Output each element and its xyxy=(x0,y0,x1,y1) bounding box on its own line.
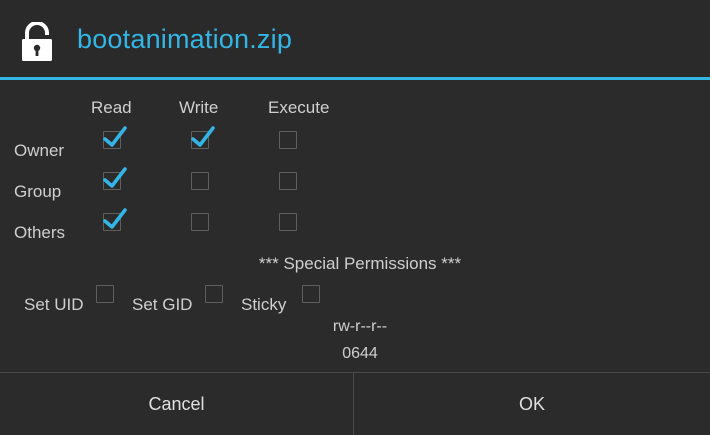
column-header-write: Write xyxy=(179,98,219,117)
unlock-icon xyxy=(22,22,52,61)
ok-button[interactable]: OK xyxy=(354,373,710,435)
dialog-header: bootanimation.zip xyxy=(0,0,710,80)
set-uid-checkbox[interactable] xyxy=(96,285,114,303)
checkmark-icon xyxy=(103,167,127,188)
column-header-read: Read xyxy=(91,98,132,117)
permission-string: rw-r--r-- xyxy=(332,318,388,335)
group-read-checkbox[interactable] xyxy=(103,167,127,190)
row-label-group: Group xyxy=(14,182,62,201)
set-uid-label: Set UID xyxy=(24,295,84,314)
sticky-checkbox[interactable] xyxy=(302,285,320,303)
set-gid-label: Set GID xyxy=(132,295,193,314)
owner-execute-checkbox[interactable] xyxy=(279,131,297,149)
header-divider xyxy=(0,77,710,80)
row-label-others: Others xyxy=(14,223,66,242)
cancel-button[interactable]: Cancel xyxy=(0,373,353,435)
special-permissions-heading: *** Special Permissions *** xyxy=(258,254,462,273)
sticky-label: Sticky xyxy=(241,295,287,314)
checkmark-icon xyxy=(103,208,127,229)
row-label-owner: Owner xyxy=(14,141,65,160)
permissions-dialog: bootanimation.zip Read Write Execute Own… xyxy=(0,0,710,435)
checkmark-icon xyxy=(103,126,127,147)
checkmark-icon xyxy=(191,126,215,147)
set-gid-checkbox[interactable] xyxy=(205,285,223,303)
others-read-checkbox[interactable] xyxy=(103,208,127,231)
dialog-title: bootanimation.zip xyxy=(77,24,293,54)
others-write-checkbox[interactable] xyxy=(191,213,209,231)
owner-write-checkbox[interactable] xyxy=(191,126,215,149)
owner-read-checkbox[interactable] xyxy=(103,126,127,149)
others-execute-checkbox[interactable] xyxy=(279,213,297,231)
permission-octal: 0644 xyxy=(342,345,378,362)
group-write-checkbox[interactable] xyxy=(191,172,209,190)
group-execute-checkbox[interactable] xyxy=(279,172,297,190)
column-header-execute: Execute xyxy=(268,98,330,117)
